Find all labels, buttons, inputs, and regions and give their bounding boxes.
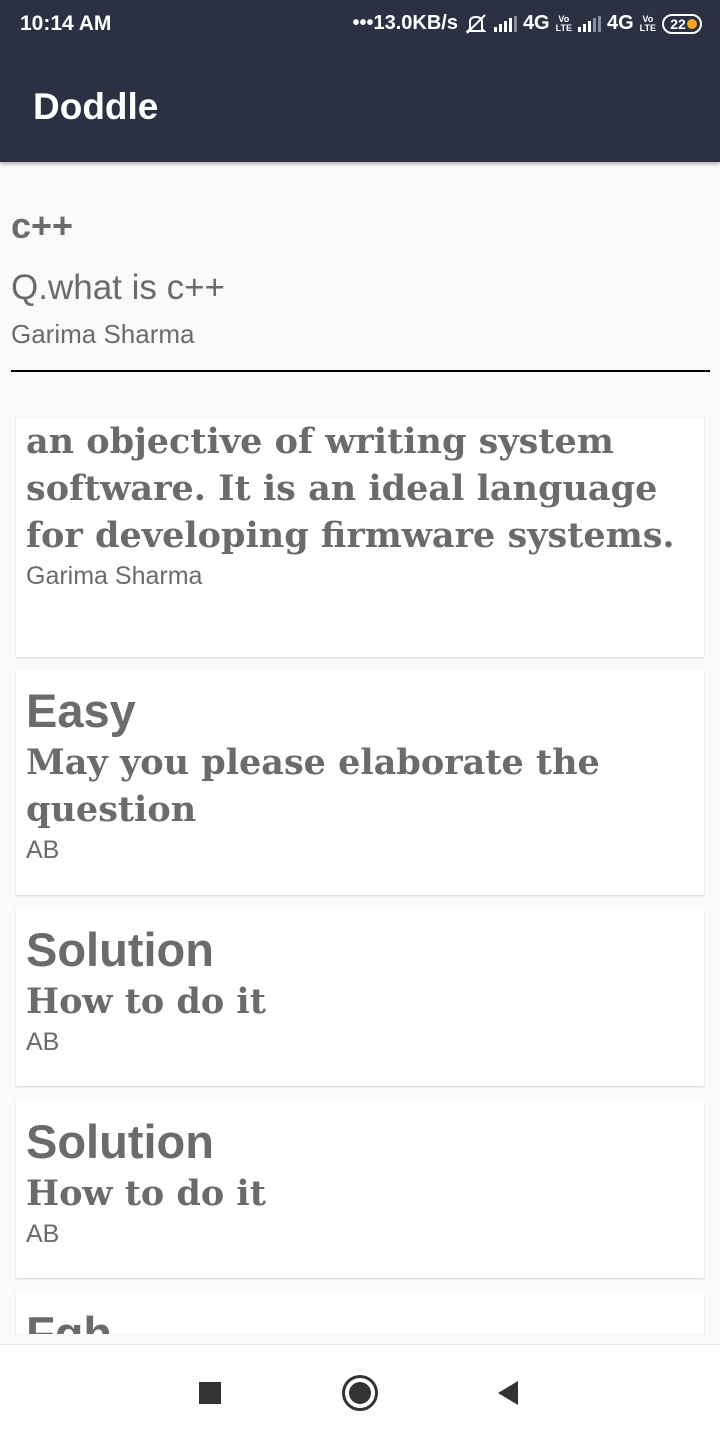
home-icon[interactable]	[336, 1369, 384, 1417]
back-icon[interactable]	[484, 1369, 532, 1417]
answer-title: Easy	[26, 684, 136, 737]
answer-card[interactable]: Solution How to do it AB	[16, 908, 704, 1086]
status-time: 10:14 AM	[20, 12, 112, 35]
mute-icon	[465, 13, 487, 34]
answer-author: AB	[26, 1028, 60, 1056]
app-title: Doddle	[33, 86, 159, 127]
network-type-2: 4G	[606, 12, 634, 34]
signal-icon	[493, 15, 517, 32]
answer-card[interactable]: Fgh	[16, 1292, 704, 1334]
answer-author: AB	[26, 1220, 60, 1248]
answer-card[interactable]: Easy May you please elaborate the questi…	[16, 669, 704, 895]
answer-title: Solution	[26, 923, 214, 976]
answer-author: AB	[26, 836, 60, 864]
answer-body: How to do it	[26, 1173, 266, 1214]
network-type-1: 4G	[522, 12, 550, 34]
answer-title: Fgh	[26, 1307, 113, 1334]
recents-icon[interactable]	[186, 1369, 234, 1417]
answer-title: Solution	[26, 1115, 214, 1168]
battery-level: 22	[670, 15, 686, 32]
answer-card[interactable]: an objective of writing system software.…	[16, 418, 704, 657]
answer-card[interactable]: Solution How to do it AB	[16, 1100, 704, 1278]
answers-list[interactable]: an objective of writing system software.…	[0, 418, 720, 1334]
answer-body: How to do it	[26, 981, 266, 1022]
navigation-bar	[0, 1344, 720, 1441]
question-topic: c++	[11, 205, 74, 246]
answer-body: May you please elaborate the question	[26, 742, 600, 830]
answer-author: Garima Sharma	[26, 562, 203, 590]
status-indicators: •••13.0KB/s 4G Vo LTE 4G Vo LTE 22	[352, 12, 702, 35]
network-speed: •••13.0KB/s	[352, 12, 458, 34]
signal-icon	[577, 15, 601, 32]
battery-icon: 22	[662, 13, 702, 34]
status-bar: 10:14 AM •••13.0KB/s 4G Vo LTE 4G Vo LTE 2…	[0, 0, 720, 50]
question-text: Q.what is c++	[11, 268, 225, 307]
answer-body: an objective of writing system software.…	[26, 421, 675, 556]
volte-icon: Vo LTE	[555, 13, 572, 33]
volte-icon: Vo LTE	[639, 13, 656, 33]
divider	[11, 370, 710, 372]
app-bar: Doddle	[0, 50, 720, 162]
question-author: Garima Sharma	[11, 319, 195, 349]
